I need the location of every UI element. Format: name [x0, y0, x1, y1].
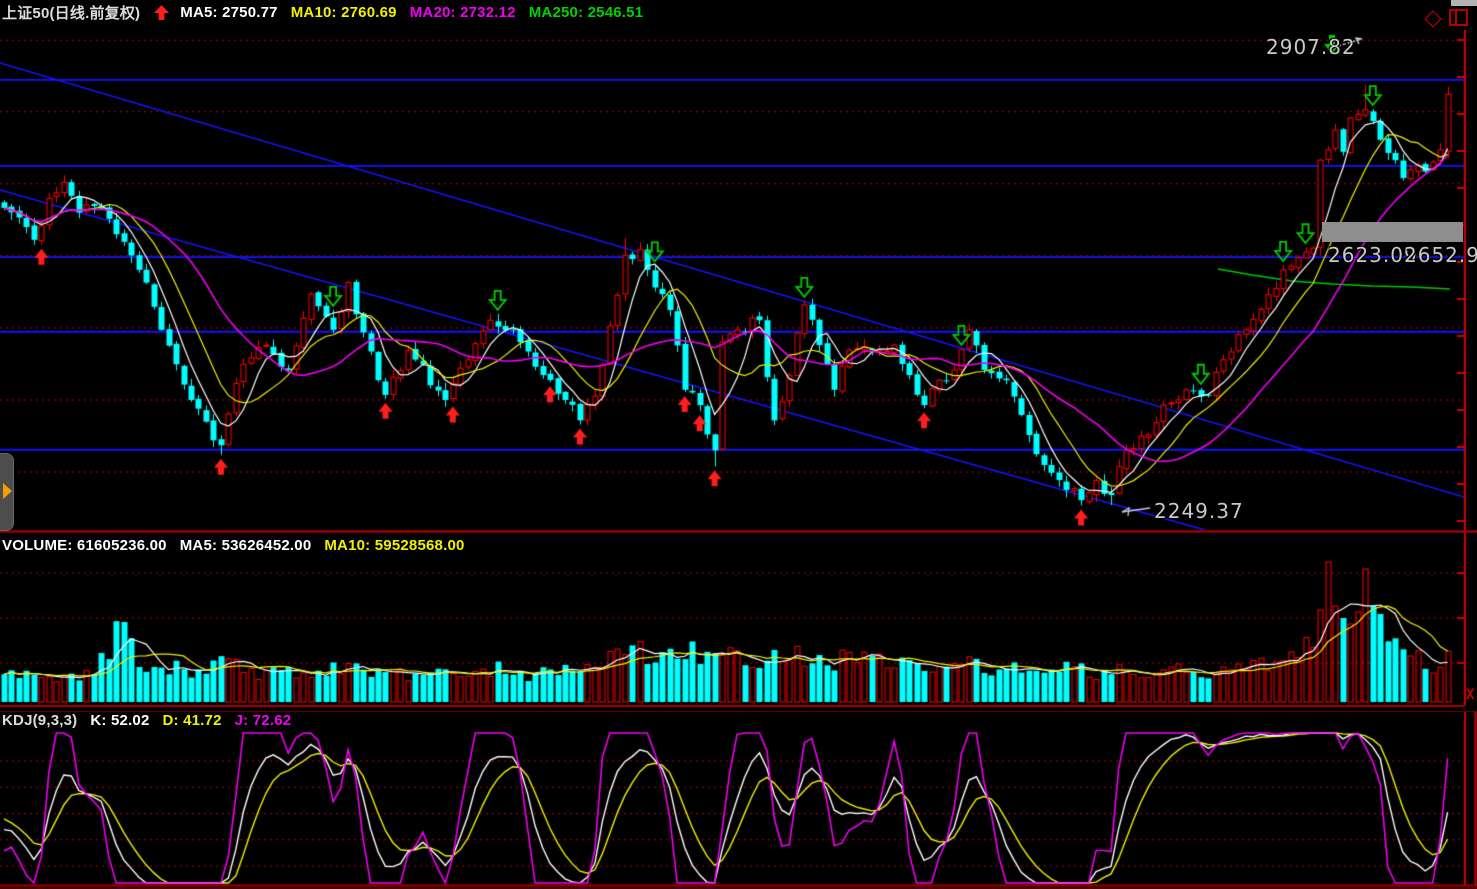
split-window-icon[interactable]: [1449, 9, 1468, 26]
low-price-label: 2249.37: [1154, 499, 1244, 523]
kdj-d-value: D: 41.72: [163, 712, 222, 729]
ma10-value: MA10: 2760.69: [291, 4, 397, 21]
expand-right-icon: [3, 483, 12, 499]
drawing-info-box: [1322, 222, 1463, 242]
volume-legend: VOLUME: 61605236.00 MA5: 53626452.00 MA1…: [2, 537, 478, 554]
pane-expand-tab[interactable]: [0, 453, 14, 531]
volume-ma5-value: MA5: 53626452.00: [180, 537, 312, 554]
ma20-value: MA20: 2732.12: [410, 4, 516, 21]
level-right-label: 2652.9: [1404, 243, 1477, 267]
kdj-j-value: J: 72.62: [235, 712, 292, 729]
kdj-legend: KDJ(9,3,3) K: 52.02 D: 41.72 J: 72.62: [2, 712, 304, 729]
scrollbar-fragment: [1451, 0, 1477, 6]
ma5-value: MA5: 2750.77: [180, 4, 277, 21]
ma250-value: MA250: 2546.51: [529, 4, 644, 21]
close-indicator-button[interactable]: X: [1466, 687, 1474, 703]
volume-value: VOLUME: 61605236.00: [2, 537, 167, 554]
diamond-icon[interactable]: ◇: [1422, 6, 1444, 28]
volume-ma10-value: MA10: 59528568.00: [324, 537, 464, 554]
instrument-title: 上证50(日线.前复权): [2, 2, 140, 23]
high-price-label: 2907.82: [1266, 35, 1356, 59]
kdj-k-value: K: 52.02: [90, 712, 149, 729]
kdj-name: KDJ(9,3,3): [2, 712, 77, 729]
chart-canvas[interactable]: [0, 0, 1477, 889]
main-chart-legend: 上证50(日线.前复权) MA5: 2750.77 MA10: 2760.69 …: [2, 2, 656, 23]
split-window-divider: [1455, 11, 1457, 24]
stock-app-window: { "header": { "title": "上证50(日线.前复权)", "…: [0, 0, 1477, 889]
up-arrow-icon: [153, 5, 170, 21]
